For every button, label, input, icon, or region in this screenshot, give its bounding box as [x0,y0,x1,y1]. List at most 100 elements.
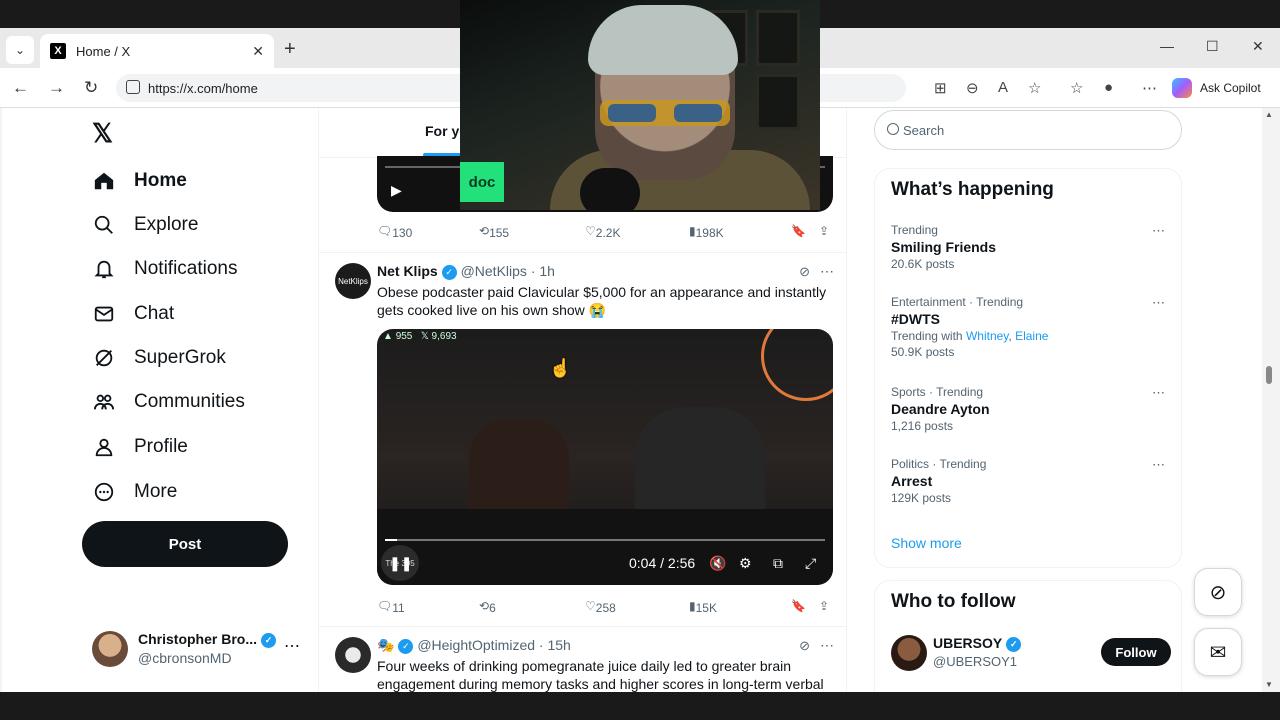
tweet-netklips[interactable]: NetKlips Net Klips ✓ @NetKlips · 1h ⊘ ⋯ O… [319,252,846,628]
page-scrollbar[interactable]: ▲ ▼ [1262,108,1276,692]
webcam-glasses [600,100,730,126]
ask-copilot-button[interactable]: Ask Copilot [1172,74,1274,102]
trend-item[interactable]: Entertainment · Trending #DWTS Trending … [891,295,1171,359]
x-logo-icon[interactable]: 𝕏 [92,118,113,149]
new-tab-icon[interactable]: + [284,38,296,61]
like-button[interactable]: ♡ 2.2K [585,224,620,240]
tweet-avatar[interactable]: NetKlips [335,263,371,299]
tweet-author-handle[interactable]: @NetKlips [461,263,527,279]
trend-more-icon[interactable]: ⋯ [1152,457,1165,473]
reply-button[interactable]: 🗨 11 [377,599,405,615]
trend-more-icon[interactable]: ⋯ [1152,295,1165,311]
favorites-icon[interactable]: ☆ [1070,79,1083,97]
browser-tab[interactable]: X Home / X ✕ [40,34,274,68]
refresh-icon[interactable]: ↻ [84,78,98,98]
fullscreen-icon[interactable]: ⤢ [805,555,816,572]
account-more-icon[interactable]: ⋯ [284,636,300,656]
maximize-icon[interactable]: ☐ [1206,38,1219,55]
video-progress[interactable] [385,539,825,541]
picture-in-picture-icon[interactable]: ⧉ [773,555,783,572]
trend-item[interactable]: Trending Smiling Friends 20.6K posts ⋯ [891,223,1171,271]
close-tab-icon[interactable]: ✕ [252,43,264,60]
trend-more-icon[interactable]: ⋯ [1152,385,1165,401]
app-available-icon[interactable]: ⊞ [934,79,947,97]
minimize-icon[interactable]: — [1160,38,1174,54]
tweet-header: Net Klips ✓ @NetKlips · 1h [377,263,555,280]
repost-button[interactable]: ⟲ 155 [479,224,509,240]
share-icon[interactable]: ⇪ [819,599,829,613]
nav-home[interactable]: Home [92,163,187,199]
like-button[interactable]: ♡ 258 [585,599,616,615]
views-button[interactable]: ▮ 15K [689,599,717,615]
tab-actions-chevron-icon[interactable]: ⌄ [6,36,34,64]
trend-item[interactable]: Politics · Trending Arrest 129K posts ⋯ [891,457,1171,505]
who-to-follow-title: Who to follow [891,591,1016,612]
trend-count: 20.6K posts [891,257,955,271]
favorite-star-icon[interactable]: ☆ [1028,79,1041,97]
trend-title: Arrest [891,473,933,489]
zoom-icon[interactable]: ⊖ [966,79,979,97]
trend-with-prefix: Trending with [891,329,966,343]
grok-icon[interactable]: ⊘ [799,638,810,654]
tweet-time[interactable]: · 1h [531,263,555,279]
nav-supergrok[interactable]: SuperGrok [92,340,226,376]
tweet-avatar[interactable] [335,637,371,673]
bookmark-icon[interactable]: 🔖 [791,599,806,613]
follow-name-row: UBERSOY ✓ [933,635,1022,652]
repost-count: 6 [489,601,496,615]
play-icon[interactable]: ▶ [391,182,402,199]
nav-communities[interactable]: Communities [92,384,245,420]
tweet-heightoptimized[interactable]: 🎭 ✓ @HeightOptimized · 15h ⊘ ⋯ Four weeks… [319,626,846,692]
tweet-text: Four weeks of drinking pomegranate juice… [377,658,824,692]
search-input[interactable]: Search [874,110,1182,150]
reply-count: 11 [392,601,405,615]
follow-suggestion[interactable]: UBERSOY ✓ @UBERSOY1 Follow [891,633,1171,673]
tweet-more-icon[interactable]: ⋯ [820,637,834,654]
post-button[interactable]: Post [82,521,288,567]
bookmark-icon[interactable]: 🔖 [791,224,806,238]
scroll-down-icon[interactable]: ▼ [1265,680,1273,689]
reply-button[interactable]: 🗨 130 [377,224,412,240]
follow-name: UBERSOY [933,635,1003,651]
trend-more-icon[interactable]: ⋯ [1152,223,1165,239]
settings-more-icon[interactable]: ⋯ [1142,79,1157,97]
views-button[interactable]: ▮ 198K [689,224,724,240]
read-aloud-icon[interactable]: A [998,79,1008,96]
nav-chat[interactable]: Chat [92,296,174,332]
profile-avatar-icon[interactable]: ● [1104,79,1113,96]
trend-item[interactable]: Sports · Trending Deandre Ayton 1,216 po… [891,385,1171,433]
grok-float-icon[interactable]: ⊘ [1194,568,1242,616]
forward-icon[interactable]: → [48,78,65,98]
show-more-link[interactable]: Show more [891,535,962,551]
close-window-icon[interactable]: ✕ [1252,38,1264,55]
tweet-video[interactable]: ▲ 955 𝕏 9,693 The 305 ❚❚ 0:04 / 2:56 🔇 ⚙… [377,329,833,585]
verified-badge-icon: ✓ [398,638,414,654]
nav-more[interactable]: More [92,474,177,510]
nav-explore[interactable]: Explore [92,207,198,243]
nav-profile[interactable]: Profile [92,429,188,465]
account-switcher[interactable]: Christopher Bro... ✓ @cbronsonMD ⋯ [92,628,302,672]
video-controls: The 305 ❚❚ 0:04 / 2:56 🔇 ⚙ ⧉ ⤢ [377,539,833,585]
mute-icon[interactable]: 🔇 [709,555,726,572]
nav-notifications[interactable]: Notifications [92,251,238,287]
tweet-more-icon[interactable]: ⋯ [820,263,834,280]
tweet-time[interactable]: · 15h [539,637,571,653]
like-count: 258 [595,601,616,615]
share-icon[interactable]: ⇪ [819,224,829,238]
trend-with-link[interactable]: Whitney [966,329,1008,343]
trend-with-link[interactable]: Elaine [1015,329,1048,343]
nav-label-explore: Explore [134,214,199,235]
repost-button[interactable]: ⟲ 6 [479,599,496,615]
video-settings-icon[interactable]: ⚙ [739,555,752,572]
back-icon[interactable]: ← [12,78,29,98]
tweet-author-handle[interactable]: @HeightOptimized [417,637,535,653]
tweet-author-name[interactable]: Net Klips [377,263,438,279]
follow-button[interactable]: Follow [1101,638,1171,666]
trend-with: Trending with Whitney, Elaine [891,329,1171,343]
scroll-thumb[interactable] [1266,366,1272,384]
grok-icon[interactable]: ⊘ [799,264,810,280]
pause-icon[interactable]: ❚❚ [389,555,412,572]
messages-float-icon[interactable]: ✉ [1194,628,1242,676]
nav-label-more: More [134,481,178,502]
scroll-up-icon[interactable]: ▲ [1265,110,1273,119]
